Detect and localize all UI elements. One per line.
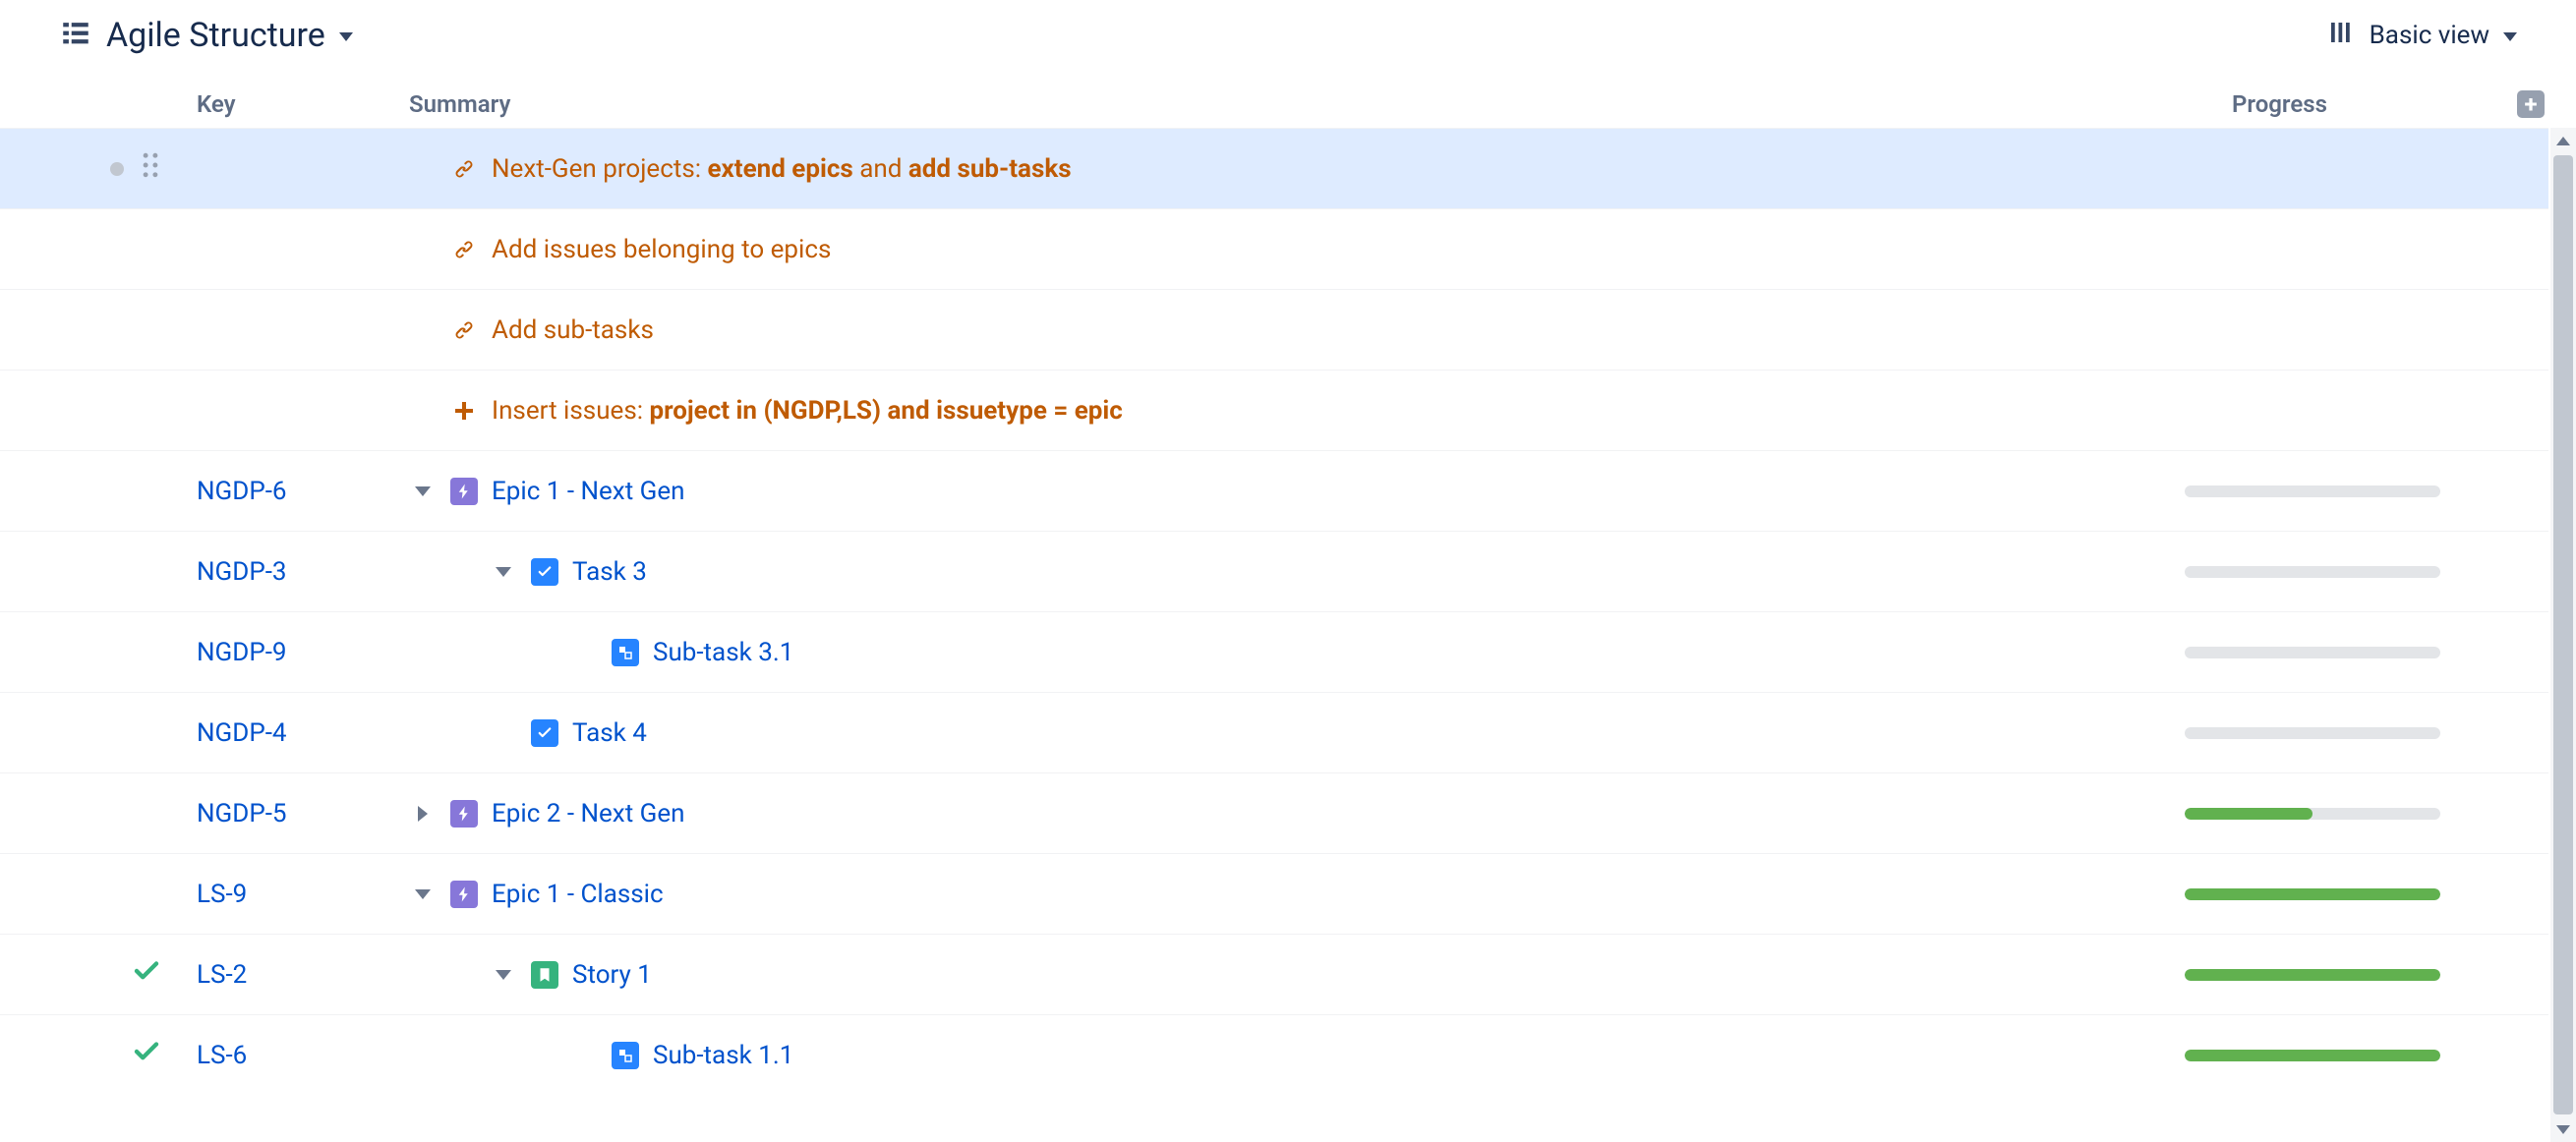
generator-row[interactable]: Insert issues: project in (NGDP,LS) and … [0, 370, 2548, 450]
scrollbar-thumb[interactable] [2553, 155, 2573, 1114]
structure-selector[interactable]: Agile Structure [59, 16, 353, 55]
generator-row[interactable]: Add sub-tasks [0, 289, 2548, 370]
issue-summary-link[interactable]: Sub-task 1.1 [653, 1041, 793, 1070]
drag-handle-icon[interactable] [140, 150, 161, 187]
expand-toggle[interactable] [409, 800, 437, 828]
done-check-icon [132, 1037, 161, 1073]
progress-bar [2185, 566, 2440, 578]
view-name: Basic view [2370, 21, 2489, 50]
plus-icon [450, 397, 478, 425]
issue-row[interactable]: NGDP-4 Task 4 [0, 692, 2548, 772]
extend-link-icon [450, 236, 478, 263]
progress-bar [2185, 1050, 2440, 1061]
chevron-down-icon [339, 22, 353, 49]
issue-key-link[interactable]: NGDP-6 [197, 477, 287, 506]
issue-summary-link[interactable]: Epic 2 - Next Gen [492, 799, 685, 828]
structure-list-icon [59, 16, 92, 55]
generator-label: Next-Gen projects: extend epics and add … [492, 154, 1072, 184]
scrollbar-up-arrow[interactable] [2550, 128, 2576, 153]
generator-label: Add sub-tasks [492, 315, 654, 345]
task-icon [531, 719, 558, 747]
issue-summary-link[interactable]: Task 3 [572, 557, 647, 587]
progress-bar [2185, 969, 2440, 981]
issue-row[interactable]: LS-9 Epic 1 - Classic [0, 853, 2548, 934]
generator-label: Insert issues: project in (NGDP,LS) and … [492, 396, 1123, 426]
column-header-row: Key Summary Progress + [0, 85, 2576, 128]
issue-key-link[interactable]: NGDP-3 [197, 557, 287, 587]
vertical-scrollbar[interactable] [2550, 128, 2576, 1142]
generator-label: Add issues belonging to epics [492, 235, 831, 264]
issue-key-link[interactable]: LS-6 [197, 1041, 247, 1070]
issue-summary-link[interactable]: Epic 1 - Next Gen [492, 477, 685, 506]
column-header-summary[interactable]: Summary [409, 90, 2212, 118]
row-bullet-icon [110, 162, 124, 176]
story-icon [531, 961, 558, 989]
progress-bar [2185, 727, 2440, 739]
done-check-icon [132, 956, 161, 993]
progress-bar [2185, 647, 2440, 658]
generator-row[interactable]: Add issues belonging to epics [0, 208, 2548, 289]
expand-toggle[interactable] [409, 478, 437, 505]
expand-toggle[interactable] [409, 881, 437, 908]
scrollbar-down-arrow[interactable] [2550, 1116, 2576, 1142]
generator-row[interactable]: Next-Gen projects: extend epics and add … [0, 128, 2548, 208]
issue-key-link[interactable]: NGDP-5 [197, 799, 287, 828]
chevron-down-icon [2503, 22, 2517, 49]
issue-key-link[interactable]: LS-2 [197, 960, 247, 990]
columns-icon [2326, 18, 2356, 53]
view-selector[interactable]: Basic view [2326, 18, 2517, 53]
progress-bar [2185, 485, 2440, 497]
issue-summary-link[interactable]: Sub-task 3.1 [653, 638, 793, 667]
extend-link-icon [450, 155, 478, 183]
extend-link-icon [450, 316, 478, 344]
epic-icon [450, 881, 478, 908]
issue-row[interactable]: LS-2 Story 1 [0, 934, 2548, 1014]
issue-summary-link[interactable]: Story 1 [572, 960, 652, 990]
structure-name: Agile Structure [106, 16, 325, 55]
issue-row[interactable]: NGDP-5 Epic 2 - Next Gen [0, 772, 2548, 853]
subtask-icon [612, 1042, 639, 1069]
progress-bar [2185, 888, 2440, 900]
issue-row[interactable]: NGDP-9 Sub-task 3.1 [0, 611, 2548, 692]
column-header-progress[interactable]: Progress [2212, 90, 2517, 118]
issue-row[interactable]: NGDP-3 Task 3 [0, 531, 2548, 611]
epic-icon [450, 478, 478, 505]
expand-toggle[interactable] [490, 558, 517, 586]
issue-row[interactable]: NGDP-6 Epic 1 - Next Gen [0, 450, 2548, 531]
issue-summary-link[interactable]: Epic 1 - Classic [492, 880, 664, 909]
add-column-button[interactable]: + [2517, 90, 2545, 118]
expand-toggle[interactable] [490, 961, 517, 989]
issue-key-link[interactable]: LS-9 [197, 880, 247, 909]
issue-key-link[interactable]: NGDP-4 [197, 718, 287, 748]
column-header-key[interactable]: Key [197, 90, 409, 118]
issue-summary-link[interactable]: Task 4 [572, 718, 647, 748]
issue-row[interactable]: LS-6 Sub-task 1.1 [0, 1014, 2548, 1095]
task-icon [531, 558, 558, 586]
epic-icon [450, 800, 478, 828]
issue-key-link[interactable]: NGDP-9 [197, 638, 287, 667]
progress-bar [2185, 808, 2440, 820]
subtask-icon [612, 639, 639, 666]
